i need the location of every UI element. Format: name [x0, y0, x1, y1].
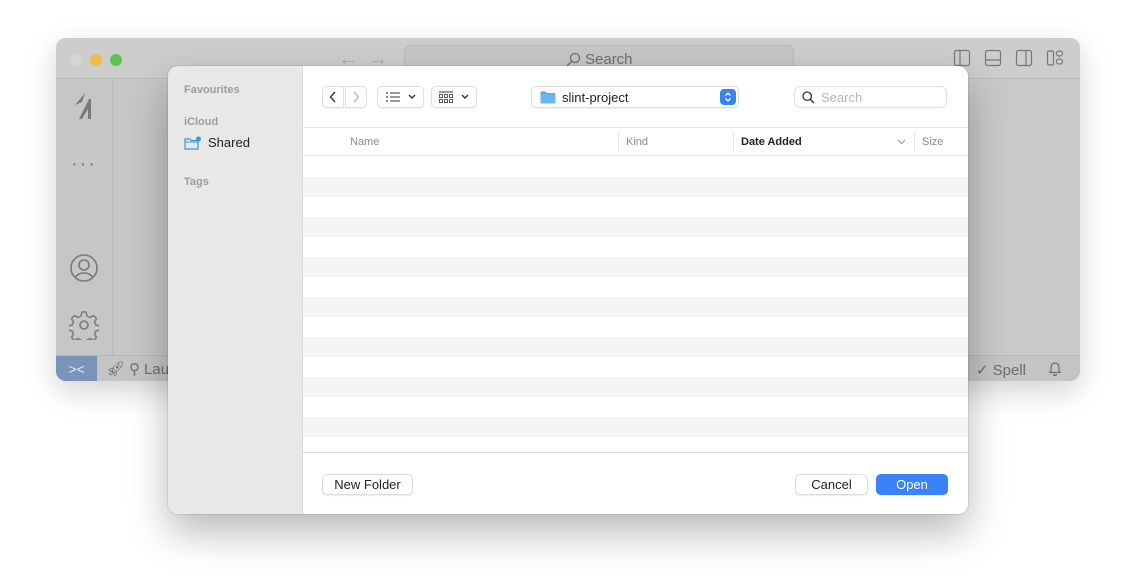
toggle-primary-sidebar-icon[interactable] [953, 49, 971, 67]
empty-row [303, 277, 968, 297]
empty-row [303, 417, 968, 437]
shared-folder-icon [184, 136, 201, 150]
chevron-down-icon [461, 94, 469, 99]
side-panel [113, 80, 173, 355]
empty-row [303, 197, 968, 217]
empty-row [303, 237, 968, 257]
search-input[interactable] [821, 89, 931, 105]
sidebar-item-shared[interactable]: Shared [184, 135, 250, 150]
back-button[interactable] [322, 86, 344, 108]
empty-row [303, 257, 968, 277]
sidebar-section-icloud: iCloud [184, 116, 219, 128]
location-label: slint-project [562, 89, 629, 105]
close-window-button[interactable] [70, 54, 82, 66]
column-kind[interactable]: Kind [626, 128, 648, 156]
column-size[interactable]: Size [922, 128, 943, 156]
open-button[interactable]: Open [876, 474, 948, 495]
column-name[interactable]: Name [350, 128, 379, 156]
column-divider[interactable] [914, 133, 915, 151]
sidebar-item-label: Shared [208, 135, 250, 150]
slint-logo-icon[interactable] [68, 90, 100, 122]
empty-row [303, 397, 968, 417]
maximize-window-button[interactable] [110, 54, 122, 66]
empty-row [303, 357, 968, 377]
remote-icon[interactable]: >< [56, 356, 97, 381]
rocket-icon: 🚀︎ [106, 361, 126, 378]
toggle-panel-icon[interactable] [984, 49, 1002, 67]
sidebar-section-favourites: Favourites [184, 84, 240, 96]
empty-row [303, 297, 968, 317]
view-mode-dropdown[interactable] [377, 86, 424, 108]
launch-label: Lau [144, 360, 170, 378]
chevron-down-icon [408, 94, 415, 99]
bell-icon[interactable] [1048, 360, 1062, 380]
folder-icon [540, 91, 556, 103]
chevron-right-icon [353, 91, 360, 103]
customize-layout-icon[interactable] [1046, 49, 1064, 67]
launch-status-item[interactable]: 🚀︎ ⚲ Lau [106, 360, 170, 379]
empty-row [303, 377, 968, 397]
minimize-window-button[interactable] [90, 54, 102, 66]
plug-icon: ⚲ [129, 361, 141, 378]
activity-bar: ··· [56, 80, 113, 355]
empty-row [303, 157, 968, 177]
spell-label: Spell [992, 362, 1026, 379]
empty-row [303, 217, 968, 237]
manage-gear-icon[interactable] [68, 309, 100, 341]
sidebar-section-tags: Tags [184, 176, 209, 188]
new-folder-button[interactable]: New Folder [322, 474, 413, 495]
empty-row [303, 177, 968, 197]
open-file-dialog: Favourites iCloud Shared Tags slint-proj… [168, 66, 968, 514]
empty-row [303, 337, 968, 357]
dialog-sidebar: Favourites iCloud Shared Tags [168, 66, 303, 514]
cancel-button[interactable]: Cancel [795, 474, 868, 495]
icon-grid-icon [439, 91, 453, 103]
up-down-chevron-icon [720, 89, 736, 105]
sort-chevron-down-icon[interactable] [897, 128, 906, 156]
check-icon: ✓ [975, 362, 993, 379]
file-list[interactable] [303, 157, 968, 453]
empty-row [303, 317, 968, 337]
dialog-toolbar: slint-project [303, 66, 968, 128]
dialog-footer: New Folder Cancel Open [303, 454, 968, 514]
column-header: Name Kind Date Added Size [303, 128, 968, 156]
list-view-icon [385, 92, 400, 102]
more-icon[interactable]: ··· [68, 148, 100, 180]
chevron-left-icon [329, 91, 336, 103]
spell-status-item[interactable]: ✓ Spell [976, 361, 1026, 379]
forward-button[interactable] [345, 86, 367, 108]
accounts-icon[interactable] [68, 252, 100, 284]
toggle-secondary-sidebar-icon[interactable] [1015, 49, 1033, 67]
column-date-added[interactable]: Date Added [741, 128, 802, 156]
empty-row [303, 437, 968, 452]
search-field[interactable] [794, 86, 947, 108]
column-divider[interactable] [733, 133, 734, 151]
column-divider[interactable] [618, 133, 619, 151]
location-popup[interactable]: slint-project [531, 86, 739, 108]
group-by-dropdown[interactable] [431, 86, 477, 108]
search-icon [802, 90, 815, 103]
dialog-main: slint-project Name Kind Date Added Size [303, 66, 968, 514]
